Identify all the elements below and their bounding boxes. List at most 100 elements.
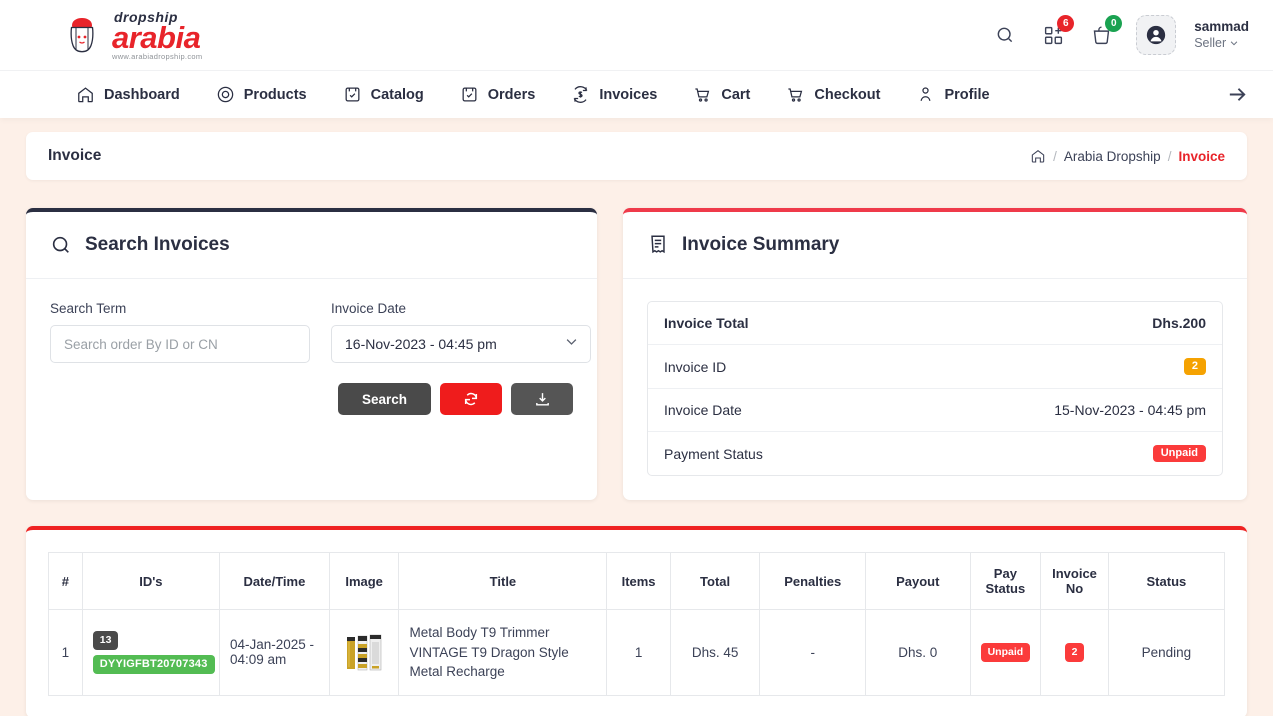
add-product-icon[interactable]: 6 [1036, 15, 1075, 52]
top-header: dropship arabia www.arabiadropship.com 6 [0, 0, 1273, 70]
search-icon[interactable] [988, 18, 1022, 52]
download-icon [535, 392, 549, 406]
summary-value: 15-Nov-2023 - 04:45 pm [1054, 402, 1206, 418]
status-badge: Unpaid [1152, 445, 1206, 462]
col-pay-status: Pay Status [969, 552, 1042, 610]
nav-label: Invoices [599, 86, 658, 103]
refresh-dollar-icon [573, 86, 588, 103]
cell-pay-status: Unpaid [969, 609, 1042, 696]
table-row[interactable]: 1 13 DYYIGFBT20707343 04-Jan-2025 - 04:0… [48, 609, 1226, 696]
header-actions: 6 0 sammad Seller [988, 15, 1249, 55]
cart-icon [695, 88, 710, 102]
add-product-badge: 6 [1057, 15, 1075, 32]
brand-logo[interactable]: dropship arabia www.arabiadropship.com [60, 10, 202, 60]
search-invoices-card: Search Invoices Search Term Invoice Date… [26, 208, 597, 500]
nav-item-checkout[interactable]: Checkout [786, 85, 880, 104]
summary-label: Invoice Date [664, 402, 742, 418]
pay-status-badge: Unpaid [980, 643, 1031, 662]
logo-main-text: arabia [112, 19, 201, 55]
search-term-field-group: Search Term [50, 301, 310, 363]
cell-image [328, 609, 400, 696]
cart-icon [788, 88, 803, 102]
invoice-date-select-wrap: 16-Nov-2023 - 04:45 pm [331, 325, 591, 363]
nav-item-profile[interactable]: Profile [916, 85, 990, 104]
product-thumbnail [344, 630, 385, 675]
table-header-row: # ID's Date/Time Image Title Items Total… [48, 552, 1226, 610]
breadcrumb: / Arabia Dropship / Invoice [1030, 148, 1225, 164]
search-card-title: Search Invoices [85, 234, 230, 255]
nav-label: Checkout [814, 86, 881, 103]
nav-item-catalog[interactable]: Catalog [343, 85, 424, 104]
summary-card-header: Invoice Summary [623, 212, 1247, 279]
summary-label: Payment Status [664, 445, 763, 462]
box-check-icon [345, 87, 360, 102]
row-id-badge: 13 [92, 630, 119, 650]
nav-label: Dashboard [104, 86, 180, 103]
cell-penalties: - [759, 609, 867, 696]
table-body: 1 13 DYYIGFBT20707343 04-Jan-2025 - 04:0… [48, 609, 1226, 696]
home-icon [78, 87, 93, 103]
home-icon [1031, 149, 1045, 163]
cell-ids: 13 DYYIGFBT20707343 [81, 609, 221, 696]
col-title: Title [398, 552, 608, 610]
summary-value: Dhs.200 [1152, 315, 1206, 331]
col-image: Image [328, 552, 400, 610]
invoice-date-field-group: Invoice Date 16-Nov-2023 - 04:45 pm [331, 301, 591, 363]
search-button[interactable]: Search [337, 383, 431, 415]
breadcrumb-separator: / [1167, 148, 1172, 164]
page-title: Invoice [48, 147, 102, 164]
nav-item-invoices[interactable]: Invoices [571, 85, 657, 104]
nav-item-orders[interactable]: Orders [460, 85, 536, 104]
summary-row-invoice-id: Invoice ID 2 [648, 345, 1222, 389]
cart-icon[interactable]: 0 [1084, 15, 1123, 52]
nav-item-cart[interactable]: Cart [693, 85, 750, 104]
user-role[interactable]: Seller [1194, 36, 1249, 52]
cell-payout: Dhs. 0 [865, 609, 971, 696]
search-actions: Search [50, 383, 573, 415]
download-button[interactable] [511, 383, 573, 415]
breadcrumb-item-arabia-dropship[interactable]: Arabia Dropship [1064, 149, 1161, 164]
nav-label: Catalog [370, 86, 424, 103]
cart-badge: 0 [1105, 15, 1123, 32]
summary-card-title: Invoice Summary [682, 234, 840, 255]
invoice-summary-card: Invoice Summary Invoice Total Dhs.200 In… [623, 208, 1247, 500]
search-icon [52, 236, 69, 253]
col-total: Total [669, 552, 761, 610]
summary-card-body: Invoice Total Dhs.200 Invoice ID 2 Invoi… [623, 279, 1247, 500]
cell-status: Pending [1107, 609, 1226, 696]
page-root: dropship arabia www.arabiadropship.com 6 [0, 0, 1273, 716]
col-ids: ID's [81, 552, 221, 610]
invoice-id-badge: 2 [1183, 358, 1206, 375]
arab-man-logo-icon [60, 15, 104, 55]
logo-subtitle: www.arabiadropship.com [112, 51, 203, 61]
box-check-icon [462, 87, 477, 102]
breadcrumb-bar: Invoice / Arabia Dropship / Invoice [26, 132, 1247, 180]
cell-index: 1 [48, 609, 83, 696]
summary-row-invoice-total: Invoice Total Dhs.200 [648, 302, 1222, 345]
nav-label: Profile [944, 86, 990, 103]
search-card-header: Search Invoices [26, 212, 597, 279]
summary-label: Invoice Total [664, 315, 749, 331]
refresh-button[interactable] [440, 383, 502, 415]
invoice-date-select[interactable]: 16-Nov-2023 - 04:45 pm [331, 325, 591, 363]
invoice-date-label: Invoice Date [331, 301, 407, 316]
cell-datetime: 04-Jan-2025 - 04:09 am [219, 609, 330, 696]
nav-item-dashboard[interactable]: Dashboard [76, 85, 180, 104]
circle-target-icon [217, 86, 234, 103]
arrow-right-icon[interactable] [1226, 83, 1249, 106]
invoices-table: # ID's Date/Time Image Title Items Total… [48, 552, 1226, 696]
nav-item-products[interactable]: Products [216, 85, 307, 104]
receipt-icon [651, 235, 665, 254]
avatar[interactable] [1136, 15, 1177, 55]
cell-invoice-no: 2 [1040, 609, 1109, 696]
user-menu[interactable]: sammad Seller [1194, 19, 1249, 52]
chevron-down-icon [1230, 41, 1238, 46]
nav-label: Orders [487, 86, 536, 103]
col-status: Status [1107, 552, 1226, 610]
row-cn-badge: DYYIGFBT20707343 [92, 654, 215, 674]
cell-total: Dhs. 45 [669, 609, 761, 696]
search-card-body: Search Term Invoice Date 16-Nov-2023 - 0… [26, 279, 597, 439]
cell-title: Metal Body T9 Trimmer VINTAGE T9 Dragon … [398, 609, 608, 696]
search-input[interactable] [50, 325, 310, 363]
cards-row: Search Invoices Search Term Invoice Date… [26, 208, 1247, 500]
